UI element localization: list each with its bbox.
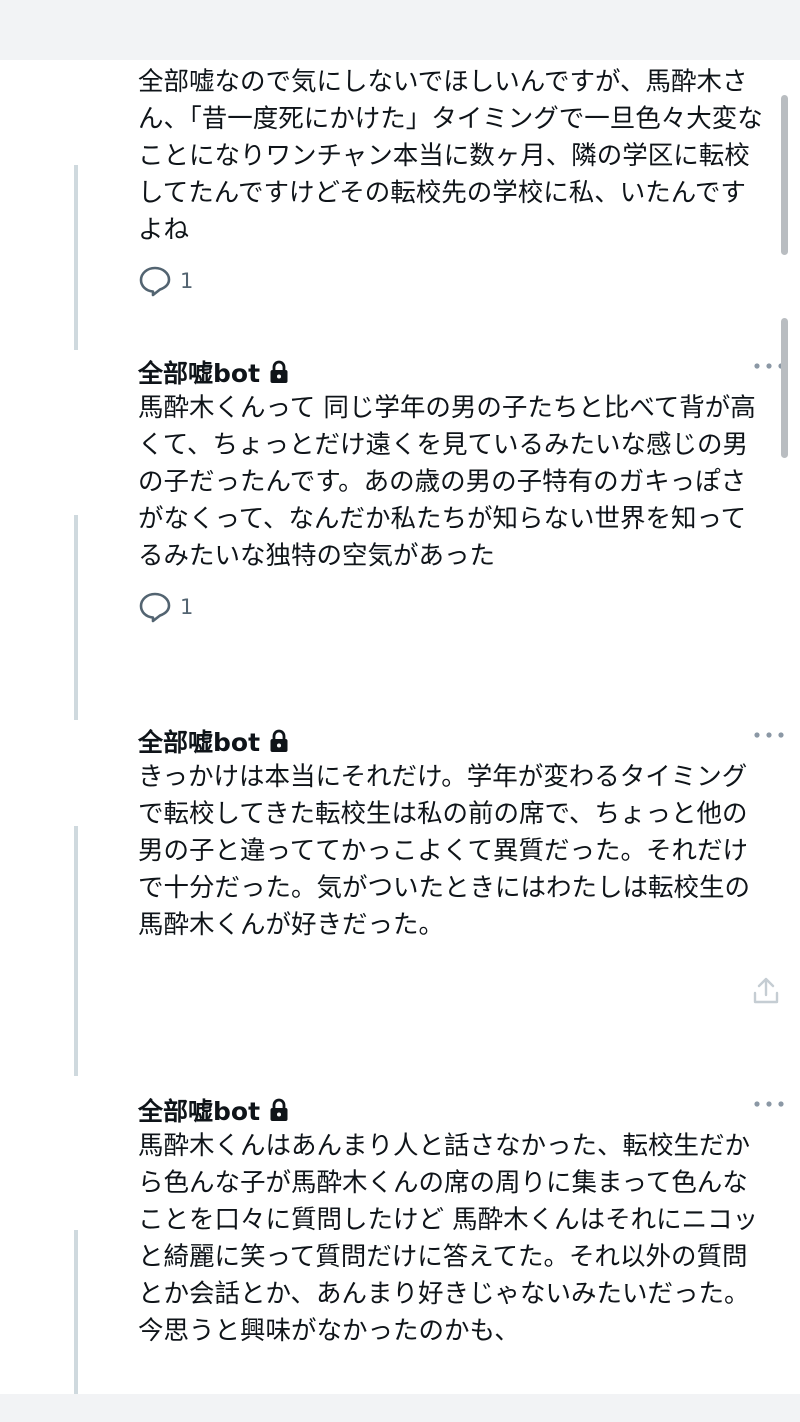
tweet[interactable]: 全部嘘bot 馬酔木くんって 同じ学年の男の子たちと比べて背が高くて、ちょっとだ… <box>138 354 784 627</box>
tweet-text: 馬酔木くんはあんまり人と話さなかった、転校生だから色んな子が馬酔木くんの席の周り… <box>138 1131 759 1346</box>
tweet[interactable]: 全部嘘なので気にしないでほしいんですが、馬酔木さん、「昔一度死にかけた」タイミン… <box>138 64 768 301</box>
reply-icon <box>139 266 171 297</box>
lock-icon <box>270 729 288 752</box>
tweet[interactable]: 全部嘘bot きっかけは本当にそれだけ。学年が変わるタイミングで転校してきた転校… <box>138 723 784 1012</box>
tweet[interactable]: 全部嘘bot 馬酔木くんはあんまり人と話さなかった、転校生だから色んな子が馬酔木… <box>138 1092 784 1350</box>
tweet-actions: 1 <box>138 261 768 301</box>
tweet-header: 全部嘘bot <box>138 723 784 759</box>
author-name[interactable]: 全部嘘bot <box>138 354 260 390</box>
tweet-header: 全部嘘bot <box>138 354 784 390</box>
scrollbar-thumb[interactable] <box>781 318 788 458</box>
tweet-actions: 1 <box>138 587 768 627</box>
lock-icon <box>270 1098 288 1121</box>
scrollbar-thumb[interactable] <box>781 95 788 255</box>
bottom-band <box>0 1394 800 1422</box>
thread-line <box>74 165 78 350</box>
author-name[interactable]: 全部嘘bot <box>138 1092 260 1128</box>
tweet-text: 馬酔木くんって 同じ学年の男の子たちと比べて背が高くて、ちょっとだけ遠くを見てい… <box>138 393 756 571</box>
thread-line <box>74 1230 78 1395</box>
thread-line <box>74 515 78 720</box>
reply-count: 1 <box>180 269 194 293</box>
reply-count: 1 <box>180 595 194 619</box>
more-icon[interactable] <box>752 725 786 745</box>
reply-button[interactable]: 1 <box>138 265 193 297</box>
author-name[interactable]: 全部嘘bot <box>138 723 260 759</box>
tweet-header: 全部嘘bot <box>138 1092 784 1128</box>
thread-line <box>74 826 78 1076</box>
tweet-text: 全部嘘なので気にしないでほしいんですが、馬酔木さん、「昔一度死にかけた」タイミン… <box>138 67 763 245</box>
reply-button[interactable]: 1 <box>138 591 193 623</box>
tweet-text: きっかけは本当にそれだけ。学年が変わるタイミングで転校してきた転校生は私の前の席… <box>138 762 751 940</box>
more-icon[interactable] <box>752 1094 786 1114</box>
share-icon[interactable] <box>752 976 780 1006</box>
tweet-actions <box>138 972 779 1012</box>
top-band <box>0 0 800 60</box>
lock-icon <box>270 360 288 383</box>
reply-icon <box>139 592 171 623</box>
